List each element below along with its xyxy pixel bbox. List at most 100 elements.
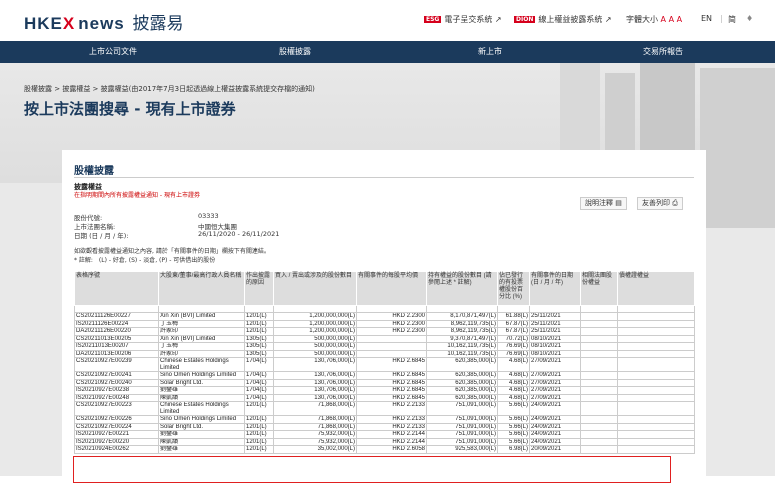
table-cell: 1305(L) (244, 334, 274, 343)
esg-link[interactable]: ESG 電子呈交系統 ↗ (424, 14, 502, 25)
table-cell: 10,162,119,735(L) (426, 342, 498, 351)
table-cell (580, 349, 618, 358)
table-cell: 1201(L) (244, 327, 274, 336)
form-serial-link[interactable]: CS20210927E00239 (74, 357, 159, 372)
table-cell: 130,706,000(L) (273, 378, 357, 387)
table-row: IS20211126E00224 丁玉梅 1201(L) 1,200,000,000(… (74, 319, 695, 328)
event-date-link[interactable]: 24/09/2021 (529, 401, 581, 416)
table-cell: 1201(L) (244, 312, 274, 321)
table-cell: 1,200,000,000(L) (273, 312, 357, 321)
form-serial-link[interactable]: CS20210927E00224 (74, 422, 159, 431)
main-nav: 上市公司文件 股權披露 新上市 交易所報告 (0, 41, 775, 63)
table-cell (617, 422, 695, 431)
form-serial-link[interactable]: CS20211126E00227 (74, 312, 159, 321)
font-size-control[interactable]: 字體大小 A A A (626, 14, 682, 25)
divider: | (720, 14, 723, 23)
table-cell: 1201(L) (244, 401, 274, 416)
form-serial-link[interactable]: IS20210927E00238 (74, 386, 159, 395)
table-cell: 130,706,000(L) (273, 357, 357, 372)
table-cell: 5.66(L) (497, 422, 530, 431)
table-row: IS20210927E00238 劉鑾雄 1704(L) 130,706,000(L)… (74, 386, 695, 395)
form-serial-link[interactable]: CS20211013E00205 (74, 334, 159, 343)
notes-button[interactable]: 說明注釋 ▤ (580, 197, 627, 210)
form-serial-link[interactable]: DA20211013E00206 (74, 349, 159, 358)
hkex-news-logo[interactable]: HKEX news 披露易 (24, 9, 184, 34)
event-date-link[interactable]: 27/09/2021 (529, 393, 581, 402)
form-serial-link[interactable]: IS20211126E00224 (74, 319, 159, 328)
table-cell: HKD 2.2133 (356, 415, 427, 424)
table-cell: 許家印 (158, 349, 245, 358)
table-cell: 陳凱韻 (158, 437, 245, 446)
event-date-link[interactable]: 24/09/2021 (529, 430, 581, 439)
event-date-link[interactable]: 08/10/2021 (529, 349, 581, 358)
table-cell: HKD 2.2133 (356, 401, 427, 416)
table-cell: 許家印 (158, 327, 245, 336)
event-date-link[interactable] (529, 305, 581, 313)
table-cell: 35,002,000(L) (273, 445, 357, 454)
form-serial-link[interactable]: CS20210927E00241 (74, 371, 159, 380)
form-serial-link[interactable] (74, 305, 159, 313)
col-header: 持有權益的股份數目 (請參閱上述 * 註解) (426, 271, 498, 306)
bell-icon[interactable]: ♦ (746, 14, 753, 23)
event-date-link[interactable]: 20/09/2021 (529, 445, 581, 454)
lang-en-link[interactable]: EN (701, 14, 712, 23)
disclosure-table: 表格序號 大股東/董事/最高行政人員名稱 作出披露的原因 買入 / 賣出或涉及的… (74, 271, 695, 454)
form-serial-link[interactable]: DA20211126E00220 (74, 327, 159, 336)
table-cell: HKD 2.6845 (356, 386, 427, 395)
table-cell: 620,385,000(L) (426, 386, 498, 395)
breadcrumb[interactable]: 股權披露 > 披露權益 > 披露權益(由2017年7月3日起透過線上權益披露系統… (24, 84, 315, 94)
table-cell: Chinese Estates Holdings Limited (158, 401, 245, 416)
table-cell: HKD 2.2144 (356, 430, 427, 439)
table-cell (617, 386, 695, 395)
table-row: CS20210927E00240 Solar Bright Ltd. 1704(L)… (74, 378, 695, 387)
form-serial-link[interactable]: IS20211013E00207 (74, 342, 159, 351)
table-cell (580, 327, 618, 336)
table-cell: 1704(L) (244, 357, 274, 372)
table-cell: 8,962,119,735(L) (426, 319, 498, 328)
event-date-link[interactable]: 27/09/2021 (529, 378, 581, 387)
event-date-link[interactable]: 24/09/2021 (529, 415, 581, 424)
form-serial-link[interactable]: CS20210927E00240 (74, 378, 159, 387)
event-date-link[interactable]: 08/10/2021 (529, 342, 581, 351)
table-cell: 1704(L) (244, 371, 274, 380)
form-serial-link[interactable]: IS20210924E00262 (74, 445, 159, 454)
event-date-link[interactable]: 24/09/2021 (529, 437, 581, 446)
table-cell (158, 305, 245, 313)
table-cell (580, 371, 618, 380)
table-cell: 1201(L) (244, 430, 274, 439)
table-cell: 丁玉梅 (158, 319, 245, 328)
table-cell: 620,385,000(L) (426, 393, 498, 402)
table-cell: HKD 2.2144 (356, 437, 427, 446)
print-button[interactable]: 友善列印 ⎙ (637, 197, 683, 210)
event-date-link[interactable]: 24/09/2021 (529, 422, 581, 431)
table-cell: 1201(L) (244, 437, 274, 446)
table-row: IS20210924E00262 劉鑾雄 1201(L) 35,002,000(L) H… (74, 445, 695, 454)
dion-link[interactable]: DION 線上權益披露系統 ↗ (514, 14, 612, 25)
table-cell: 8,170,871,497(L) (426, 312, 498, 321)
printer-icon: ⎙ (672, 199, 678, 207)
event-date-link[interactable]: 27/09/2021 (529, 386, 581, 395)
form-serial-link[interactable]: CS20210927E00223 (74, 401, 159, 416)
table-cell: 1,200,000,000(L) (273, 327, 357, 336)
table-cell: HKD 2.6845 (356, 393, 427, 402)
event-date-link[interactable]: 27/09/2021 (529, 357, 581, 372)
table-cell: 丁玉梅 (158, 342, 245, 351)
event-date-link[interactable]: 25/11/2021 (529, 319, 581, 328)
event-date-link[interactable]: 25/11/2021 (529, 327, 581, 336)
table-cell: 70.72(L) (497, 334, 530, 343)
table-row: CS20210927E00226 Sino Omen Holdings Limit… (74, 415, 695, 424)
table-cell: 130,706,000(L) (273, 386, 357, 395)
form-serial-link[interactable]: IS20210927E00221 (74, 430, 159, 439)
event-date-link[interactable]: 25/11/2021 (529, 312, 581, 321)
form-serial-link[interactable]: IS20210927E00248 (74, 393, 159, 402)
form-serial-link[interactable]: IS20210927E00220 (74, 437, 159, 446)
event-date-link[interactable]: 08/10/2021 (529, 334, 581, 343)
content-card: 股權披露 披露權益 在指明期間內所有披露權益通知 - 現有上市證券 說明注釋 ▤… (62, 150, 706, 483)
lang-sc-link[interactable]: 简 (728, 14, 736, 25)
nav-exchange-reports[interactable]: 交易所報告 (548, 41, 775, 63)
col-header: 相關法團股份權益 (580, 271, 618, 306)
table-cell: 6.98(L) (497, 445, 530, 454)
event-date-link[interactable]: 27/09/2021 (529, 371, 581, 380)
table-cell (617, 415, 695, 424)
form-serial-link[interactable]: CS20210927E00226 (74, 415, 159, 424)
